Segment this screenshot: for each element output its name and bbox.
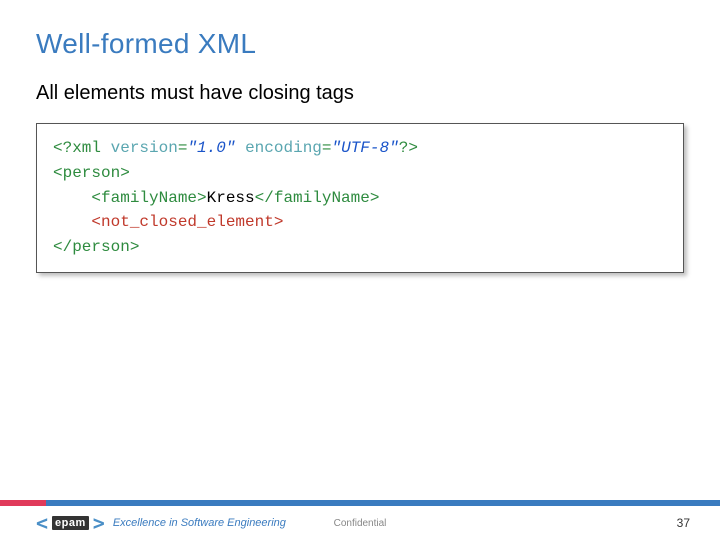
text-family: Kress (207, 189, 255, 207)
xml-eq: = (178, 139, 188, 157)
xml-val-version: "1.0" (187, 139, 235, 157)
xml-attr-version: version (111, 139, 178, 157)
xml-attr-encoding: encoding (245, 139, 322, 157)
logo: < epam > (36, 513, 105, 533)
tag-family-open: <familyName> (91, 189, 206, 207)
page-number: 37 (677, 516, 690, 530)
confidential-label: Confidential (334, 518, 387, 529)
tag-family-close: </familyName> (255, 189, 380, 207)
xml-eq2: = (322, 139, 332, 157)
xml-pi-name: xml (72, 139, 101, 157)
code-block: <?xml version="1.0" encoding="UTF-8"?> <… (36, 123, 684, 273)
tagline: Excellence in Software Engineering (113, 517, 286, 529)
tag-person-open: <person> (53, 164, 130, 182)
xml-pi-close: ?> (399, 139, 418, 157)
logo-word: epam (52, 516, 89, 530)
slide: Well-formed XML All elements must have c… (0, 0, 720, 540)
footer-body: < epam > Excellence in Software Engineer… (0, 506, 720, 540)
slide-subtitle: All elements must have closing tags (36, 82, 684, 105)
xml-val-encoding: "UTF-8" (332, 139, 399, 157)
angle-close-icon: > (93, 513, 105, 533)
indent2 (53, 213, 91, 231)
tag-not-closed: <not_closed_element> (91, 213, 283, 231)
xml-pi-open: <? (53, 139, 72, 157)
slide-title: Well-formed XML (36, 28, 684, 60)
tag-person-close: </person> (53, 238, 139, 256)
angle-open-icon: < (36, 513, 48, 533)
indent (53, 189, 91, 207)
